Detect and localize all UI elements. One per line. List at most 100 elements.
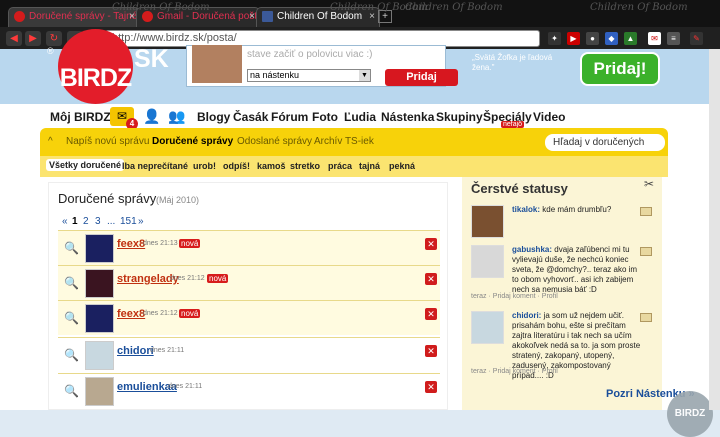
add-content-button[interactable]: Pridaj! [580, 52, 660, 86]
status-user[interactable]: chidori: [512, 311, 541, 320]
filter-urob[interactable]: urob! [193, 161, 216, 171]
delete-icon[interactable]: ✕ [425, 273, 437, 285]
forward-button[interactable]: ▶ [25, 31, 41, 46]
mail-search-input[interactable]: Hľadaj v doručených [545, 134, 665, 151]
filter-unread[interactable]: Iba neprečítané [122, 161, 188, 171]
extension-icon[interactable]: ✦ [548, 32, 561, 45]
birdz-logo[interactable]: BIRDZ [58, 29, 133, 104]
avatar[interactable] [471, 205, 504, 238]
nav-foto[interactable]: Foto [312, 110, 338, 124]
delete-icon[interactable]: ✕ [425, 308, 437, 320]
extension-icon[interactable]: ◆ [605, 32, 618, 45]
page-scrollbar[interactable] [709, 49, 720, 410]
tab-compose[interactable]: Napíš novú správu [66, 136, 149, 147]
message-row[interactable]: 🔍 feex8 dnes 21:12 nová ✕ [58, 300, 440, 335]
new-message-badge: nová [179, 309, 201, 318]
avatar [85, 234, 114, 263]
status-input[interactable]: stave začiť o polovicu viac :) [247, 49, 372, 60]
delete-icon[interactable]: ✕ [425, 238, 437, 250]
new-message-badge: nová [179, 239, 201, 248]
envelope-icon[interactable] [640, 207, 652, 216]
avatar [85, 269, 114, 298]
inbox-date: (Máj 2010) [156, 195, 200, 205]
status-text: kde mám drumbľu? [542, 205, 612, 214]
delete-icon[interactable]: ✕ [425, 345, 437, 357]
collapse-icon[interactable]: ^ [48, 136, 53, 147]
filter-bar: Všetky doručené Iba neprečítané urob! od… [40, 156, 668, 177]
nav-blogy[interactable]: Blogy [197, 110, 230, 124]
envelope-icon[interactable] [640, 313, 652, 322]
chevron-down-icon: ▼ [359, 70, 370, 81]
tab-bar: Doručené správy - Tajné ... × Gmail - Dor… [0, 0, 720, 27]
tab-sent[interactable]: Odoslané správy [237, 136, 312, 147]
registered-mark: ® [47, 46, 54, 56]
nav-forum[interactable]: Fórum [271, 110, 308, 124]
tab-inbox-messages[interactable]: Doručené správy [152, 136, 233, 147]
avatar [85, 304, 114, 333]
avatar[interactable] [471, 311, 504, 344]
page-3[interactable]: 3 [95, 216, 101, 227]
sender-name[interactable]: chidori [117, 345, 154, 357]
page-next[interactable]: » [138, 216, 144, 227]
status-item: chidori: ja som už nejdem učiť. prisahám… [471, 311, 657, 380]
extension-icon[interactable]: ● [586, 32, 599, 45]
magnifier-icon[interactable]: 🔍 [64, 241, 79, 255]
extension-icon[interactable]: ✎ [690, 32, 703, 45]
filter-pekna[interactable]: pekná [389, 161, 415, 171]
nav-skupiny[interactable]: Skupiny [436, 110, 483, 124]
close-tab-icon[interactable]: × [249, 8, 255, 26]
magnifier-icon[interactable]: 🔍 [64, 311, 79, 325]
nav-casak[interactable]: Časák [233, 110, 268, 124]
new-badge: nefajô [501, 121, 525, 128]
message-row[interactable]: 🔍 emulienkaa dnes 21:11 ✕ [58, 373, 440, 408]
message-time: dnes 21:12 [143, 310, 178, 317]
nav-moj-birdz[interactable]: Môj BIRDZ [50, 110, 111, 124]
filter-stretko[interactable]: stretko [290, 161, 320, 171]
people-icon[interactable]: 👥 [168, 108, 185, 125]
birdz-page: BIRDZ SK ® stave začiť o polovicu viac :… [0, 29, 720, 437]
status-target-select[interactable]: na nástenku ▼ [247, 69, 371, 82]
sender-name[interactable]: feex8 [117, 238, 145, 250]
page-151[interactable]: 151 [120, 216, 137, 227]
magnifier-icon[interactable]: 🔍 [64, 348, 79, 362]
filter-kamos[interactable]: kamoš [257, 161, 286, 171]
page-prev[interactable]: « [62, 216, 68, 227]
envelope-icon[interactable] [640, 247, 652, 256]
tab-archive[interactable]: Archív TS-iek [314, 136, 374, 147]
avatar[interactable] [471, 245, 504, 278]
gmail-extension-icon[interactable]: ✉ [648, 32, 661, 45]
person-icon[interactable]: 👤 [143, 108, 160, 125]
reload-button[interactable]: ↻ [46, 31, 62, 46]
filter-all[interactable]: Všetky doručené [46, 159, 125, 171]
nav-ludia[interactable]: Ľudia [344, 110, 376, 124]
filter-odpis[interactable]: odpíš! [223, 161, 250, 171]
message-row[interactable]: 🔍 strangelady dnes 21:12 nová ✕ [58, 265, 440, 300]
status-user[interactable]: tikalok: [512, 205, 540, 214]
message-row[interactable]: 🔍 feex8 dnes 21:13 nová ✕ [58, 230, 440, 265]
magnifier-icon[interactable]: 🔍 [64, 276, 79, 290]
extension-icon[interactable]: ≡ [667, 32, 680, 45]
facebook-favicon-icon [262, 11, 273, 22]
status-meta[interactable]: teraz · Pridaj koment · Profil [471, 368, 558, 375]
nav-nastenka[interactable]: Nástenka [381, 110, 434, 124]
message-row[interactable]: 🔍 chidori dnes 21:11 ✕ [58, 337, 440, 372]
logo-suffix: SK [134, 45, 169, 73]
sender-name[interactable]: feex8 [117, 308, 145, 320]
watermark: Children Of Bodom [405, 2, 503, 13]
page-1[interactable]: 1 [72, 216, 78, 227]
corner-birdz-logo[interactable]: BIRDZ [667, 391, 713, 437]
back-button[interactable]: ◀ [6, 31, 22, 46]
avatar [85, 377, 114, 406]
filter-praca[interactable]: práca [328, 161, 352, 171]
nav-video[interactable]: Video [533, 110, 565, 124]
delete-icon[interactable]: ✕ [425, 381, 437, 393]
youtube-extension-icon[interactable]: ▶ [567, 32, 580, 45]
extension-icon[interactable]: ▲ [624, 32, 637, 45]
filter-tajna[interactable]: tajná [359, 161, 380, 171]
status-user[interactable]: gabushka: [512, 245, 552, 254]
scissors-icon: ✂ [644, 177, 655, 191]
status-meta[interactable]: teraz · Pridaj koment · Profil [471, 293, 558, 300]
magnifier-icon[interactable]: 🔍 [64, 384, 79, 398]
post-status-button[interactable]: Pridaj [385, 69, 458, 86]
page-2[interactable]: 2 [83, 216, 89, 227]
